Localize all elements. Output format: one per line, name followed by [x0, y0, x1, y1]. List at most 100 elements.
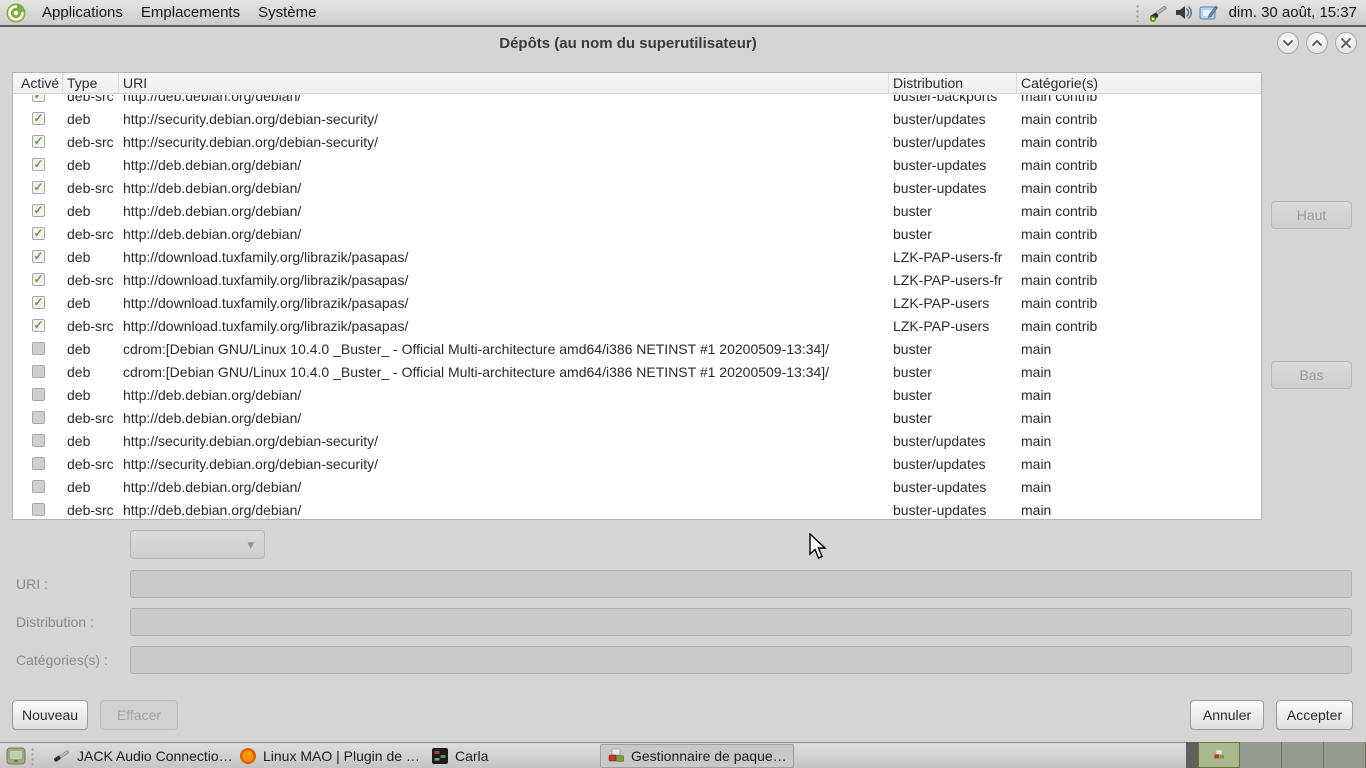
taskbar-item-synaptic[interactable]: Gestionnaire de paque… [600, 743, 794, 768]
repo-categories: main [1021, 340, 1052, 357]
chevron-down-icon: ▾ [247, 537, 254, 552]
enabled-checkbox[interactable] [32, 434, 45, 447]
workspace-2[interactable] [1240, 742, 1282, 768]
repository-table: Activé Type URI Distribution Catégorie(s… [12, 72, 1262, 520]
table-row[interactable]: deb cdrom:[Debian GNU/Linux 10.4.0 _Buste… [13, 337, 1261, 360]
table-row[interactable]: ✓ deb-src http://download.tuxfamily.org/li… [13, 314, 1261, 337]
repo-distribution: buster [893, 202, 932, 219]
enabled-checkbox[interactable] [32, 503, 45, 516]
enabled-checkbox[interactable]: ✓ [32, 250, 45, 263]
tasklist-handle[interactable] [30, 746, 36, 765]
menu-emplacements[interactable]: Emplacements [132, 0, 249, 25]
repo-categories: main contrib [1021, 202, 1098, 219]
uri-label: URI : [16, 576, 48, 592]
enabled-cell: ✓ [13, 95, 63, 102]
window-close-button[interactable] [1335, 32, 1357, 54]
table-row[interactable]: ✓ deb http://download.tuxfamily.org/libraz… [13, 291, 1261, 314]
table-row[interactable]: deb-src http://deb.debian.org/debian/bust… [13, 498, 1261, 519]
menu-systeme[interactable]: Système [249, 0, 325, 25]
column-header-type[interactable]: Type [63, 73, 119, 93]
enabled-checkbox[interactable]: ✓ [32, 273, 45, 286]
repo-type: deb [67, 340, 91, 357]
uri-field[interactable] [130, 570, 1352, 598]
repo-distribution: buster/updates [893, 455, 986, 472]
workspace-4[interactable] [1324, 742, 1366, 768]
enabled-cell: ✓ [13, 273, 63, 286]
enabled-checkbox[interactable]: ✓ [32, 158, 45, 171]
taskbar-item-firefox[interactable]: Linux MAO | Plugin de … [233, 744, 425, 768]
enabled-checkbox[interactable] [32, 480, 45, 493]
enabled-checkbox[interactable] [32, 388, 45, 401]
repo-distribution: buster/updates [893, 432, 986, 449]
repo-distribution: buster [893, 386, 932, 403]
new-button[interactable]: Nouveau [12, 700, 88, 730]
repo-categories: main contrib [1021, 317, 1098, 334]
workspace-3[interactable] [1282, 742, 1324, 768]
accept-button[interactable]: Accepter [1276, 700, 1353, 730]
enabled-checkbox[interactable]: ✓ [32, 135, 45, 148]
window-maximize-button[interactable] [1306, 32, 1328, 54]
volume-icon[interactable] [1173, 2, 1194, 23]
move-down-button[interactable]: Bas [1271, 361, 1352, 389]
delete-button[interactable]: Effacer [100, 700, 178, 730]
table-row[interactable]: ✓ deb http://security.debian.org/debian-se… [13, 107, 1261, 130]
jack-tray-icon[interactable] [1148, 2, 1169, 23]
table-header: Activé Type URI Distribution Catégorie(s… [13, 73, 1261, 94]
table-row[interactable]: ✓ deb-src http://deb.debian.org/debian/bus… [13, 222, 1261, 245]
enabled-cell [13, 457, 63, 470]
move-up-button[interactable]: Haut [1271, 201, 1352, 229]
column-header-uri[interactable]: URI [119, 73, 889, 93]
column-header-active[interactable]: Activé [13, 73, 63, 93]
taskbar-item-jack[interactable]: JACK Audio Connectio… [47, 744, 233, 768]
enabled-checkbox[interactable] [32, 411, 45, 424]
enabled-checkbox[interactable]: ✓ [32, 296, 45, 309]
column-header-distribution[interactable]: Distribution [889, 73, 1017, 93]
enabled-checkbox[interactable]: ✓ [32, 204, 45, 217]
enabled-cell: ✓ [13, 227, 63, 240]
window-shade-button[interactable] [1277, 32, 1299, 54]
table-row[interactable]: deb http://security.debian.org/debian-sec… [13, 429, 1261, 452]
repo-type: deb-src [67, 501, 114, 518]
menu-applications[interactable]: Applications [33, 0, 132, 25]
table-row[interactable]: ✓ deb http://deb.debian.org/debian/buster m… [13, 199, 1261, 222]
distribution-field[interactable] [130, 608, 1352, 636]
table-row[interactable]: ✓ deb http://download.tuxfamily.org/libraz… [13, 245, 1261, 268]
table-row[interactable]: deb http://deb.debian.org/debian/buster-u… [13, 475, 1261, 498]
repo-categories: main contrib [1021, 156, 1098, 173]
workspace-1[interactable] [1198, 742, 1240, 768]
table-row[interactable]: deb-src http://deb.debian.org/debian/bust… [13, 406, 1261, 429]
taskbar-item-carla[interactable]: Carla [425, 744, 517, 768]
enabled-checkbox[interactable] [32, 457, 45, 470]
repo-uri: http://security.debian.org/debian-securi… [123, 455, 378, 472]
enabled-checkbox[interactable]: ✓ [32, 181, 45, 194]
clock[interactable]: dim. 30 août, 15:37 [1229, 4, 1357, 21]
cancel-button[interactable]: Annuler [1190, 700, 1264, 730]
enabled-checkbox[interactable] [32, 365, 45, 378]
table-row[interactable]: deb-src http://security.debian.org/debian… [13, 452, 1261, 475]
repo-categories: main contrib [1021, 294, 1098, 311]
show-desktop-icon[interactable] [6, 746, 26, 766]
enabled-checkbox[interactable] [32, 342, 45, 355]
enabled-cell: ✓ [13, 181, 63, 194]
tablet-icon[interactable] [1198, 2, 1219, 23]
column-header-categories[interactable]: Catégorie(s) [1017, 73, 1261, 93]
tray-handle[interactable] [1134, 3, 1141, 22]
repo-uri: http://download.tuxfamily.org/librazik/p… [123, 294, 409, 311]
table-row[interactable]: ✓ deb-src http://deb.debian.org/debian/bus… [13, 95, 1261, 107]
repo-type: deb [67, 156, 91, 173]
table-row[interactable]: ✓ deb-src http://deb.debian.org/debian/bus… [13, 176, 1261, 199]
enabled-cell: ✓ [13, 158, 63, 171]
repo-uri: http://deb.debian.org/debian/ [123, 501, 302, 518]
distro-logo-icon[interactable] [5, 2, 27, 24]
categories-field[interactable] [130, 646, 1352, 674]
table-row[interactable]: ✓ deb-src http://download.tuxfamily.org/li… [13, 268, 1261, 291]
table-row[interactable]: ✓ deb-src http://security.debian.org/debia… [13, 130, 1261, 153]
table-row[interactable]: ✓ deb http://deb.debian.org/debian/buster-… [13, 153, 1261, 176]
enabled-checkbox[interactable]: ✓ [32, 112, 45, 125]
table-row[interactable]: deb cdrom:[Debian GNU/Linux 10.4.0 _Buste… [13, 360, 1261, 383]
table-row[interactable]: deb http://deb.debian.org/debian/buster ma… [13, 383, 1261, 406]
type-dropdown[interactable]: ▾ [130, 530, 265, 559]
enabled-checkbox[interactable]: ✓ [32, 227, 45, 240]
enabled-checkbox[interactable]: ✓ [32, 95, 45, 102]
enabled-checkbox[interactable]: ✓ [32, 319, 45, 332]
